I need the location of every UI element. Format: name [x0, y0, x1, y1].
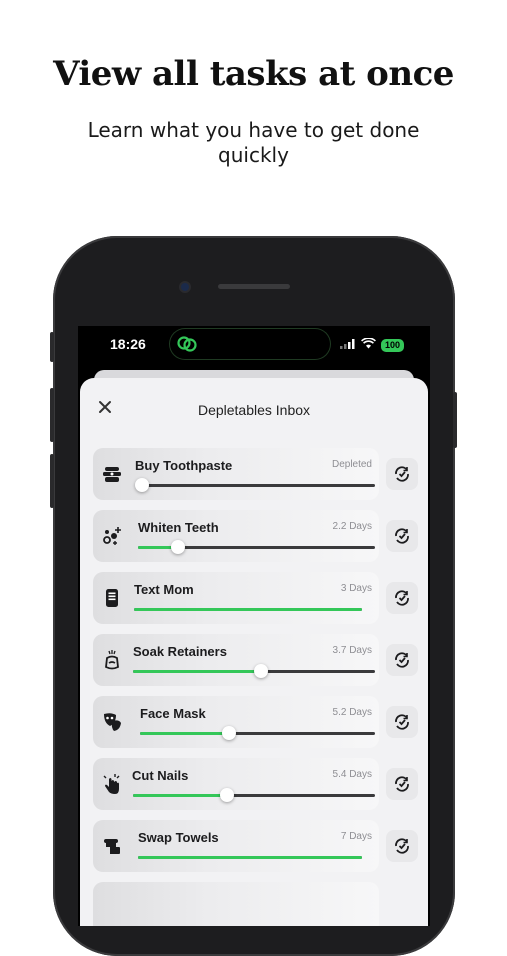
level-track[interactable] [134, 608, 362, 611]
hand-icon [101, 773, 123, 795]
level-fill [140, 732, 230, 735]
task-row-partial[interactable] [93, 882, 428, 926]
reset-button[interactable] [386, 644, 418, 676]
task-name: Swap Towels [138, 830, 219, 845]
link-icon [176, 334, 198, 359]
towel-icon [101, 835, 123, 857]
task-name: Text Mom [134, 582, 194, 597]
task-row-buy-toothpaste[interactable]: Buy Toothpaste Depleted [93, 448, 428, 500]
task-time-left: 5.4 Days [332, 769, 372, 780]
level-track[interactable] [138, 856, 362, 859]
task-name: Soak Retainers [133, 644, 227, 659]
level-track[interactable] [133, 664, 375, 678]
task-time-left: 5.2 Days [332, 707, 372, 718]
task-row-cut-nails[interactable]: Cut Nails 5.4 Days [93, 758, 428, 810]
task-row-soak-retainers[interactable]: Soak Retainers 3.7 Days [93, 634, 428, 686]
inbox-sheet: Depletables Inbox Buy Toothpaste Deplete… [80, 378, 428, 926]
task-card[interactable] [93, 634, 379, 686]
task-name: Whiten Teeth [138, 520, 219, 535]
sheet-title: Depletables Inbox [197, 402, 311, 418]
mask-icon [101, 711, 123, 733]
reset-check-icon [395, 652, 409, 668]
reset-button[interactable] [386, 830, 418, 862]
task-name: Cut Nails [132, 768, 189, 783]
phone-power-button [453, 392, 457, 448]
reset-button[interactable] [386, 582, 418, 614]
task-card[interactable] [93, 510, 379, 562]
reset-check-icon [395, 838, 409, 854]
battery-indicator: 100 [380, 338, 404, 352]
dynamic-island[interactable] [170, 329, 330, 359]
status-time: 18:26 [110, 336, 146, 352]
level-fill [133, 670, 262, 673]
reset-check-icon [395, 590, 409, 606]
phone-side-button [50, 332, 54, 362]
task-row-whiten-teeth[interactable]: Whiten Teeth 2.2 Days [93, 510, 428, 562]
task-time-left: Depleted [331, 459, 372, 470]
promo-subline: Learn what you have to get done quickly [87, 118, 420, 167]
signal-icon [339, 336, 356, 354]
level-track[interactable] [140, 726, 375, 740]
task-card[interactable] [93, 758, 379, 810]
task-name: Face Mask [140, 706, 206, 721]
level-fill [133, 794, 228, 797]
level-track[interactable] [135, 478, 375, 492]
reset-check-icon [395, 714, 409, 730]
task-card[interactable] [93, 572, 379, 624]
phone-screen: 18:26 100 Depletables Inbox Buy Toothpas… [78, 326, 430, 926]
level-fill [134, 608, 362, 611]
reset-check-icon [395, 528, 409, 544]
task-row-face-mask[interactable]: Face Mask 5.2 Days [93, 696, 428, 748]
task-time-left: 7 Days [340, 831, 372, 842]
reset-button[interactable] [386, 458, 418, 490]
task-name: Buy Toothpaste [135, 458, 233, 473]
phone-icon [101, 587, 123, 609]
sparkle-icon [101, 525, 123, 547]
level-track[interactable] [133, 788, 375, 802]
task-card[interactable] [93, 448, 379, 500]
earpiece-speaker [218, 284, 290, 289]
level-knob[interactable] [135, 478, 149, 492]
wifi-icon [361, 336, 376, 354]
task-time-left: 2.2 Days [332, 521, 372, 532]
task-card[interactable] [93, 820, 379, 872]
phone-volume-up [50, 388, 54, 442]
front-camera [181, 283, 189, 291]
task-time-left: 3 Days [340, 583, 372, 594]
reset-check-icon [395, 776, 409, 792]
promo-headline: View all tasks at once [53, 54, 454, 94]
task-time-left: 3.7 Days [332, 645, 372, 656]
retainer-icon [101, 649, 123, 671]
reset-button[interactable] [386, 520, 418, 552]
task-row-text-mom[interactable]: Text Mom 3 Days [93, 572, 428, 624]
reset-button[interactable] [386, 768, 418, 800]
reset-button[interactable] [386, 706, 418, 738]
phone-volume-down [50, 454, 54, 508]
toothpaste-icon [101, 463, 123, 485]
level-track[interactable] [138, 540, 375, 554]
status-indicators: 100 [339, 336, 404, 354]
task-card[interactable] [93, 696, 379, 748]
task-card[interactable] [93, 882, 379, 926]
reset-check-icon [395, 466, 409, 482]
task-row-swap-towels[interactable]: Swap Towels 7 Days [93, 820, 428, 872]
level-fill [138, 856, 362, 859]
